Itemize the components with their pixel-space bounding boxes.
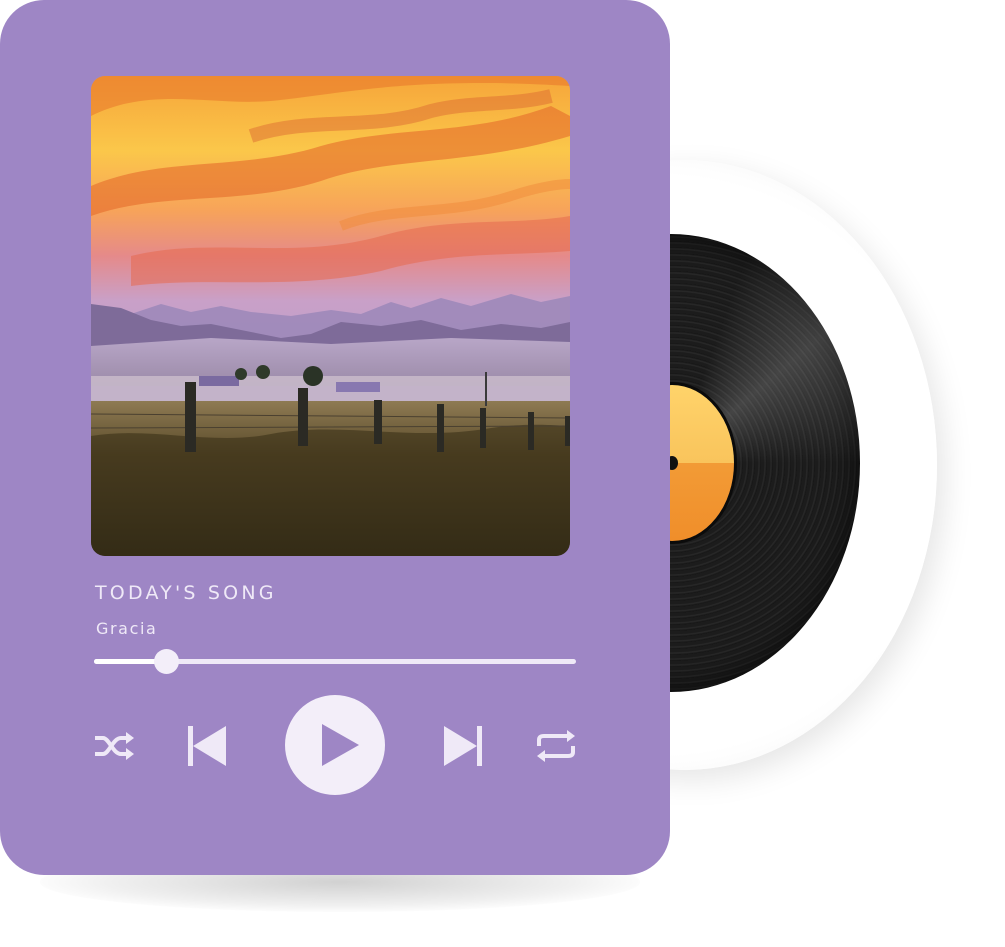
shuffle-icon [95,732,134,760]
shuffle-button[interactable] [93,729,137,763]
skip-previous-icon [188,726,226,766]
play-icon [322,724,359,766]
song-heading: TODAY'S SONG [95,582,277,604]
player-card: TODAY'S SONG Gracia [0,0,670,875]
repeat-button[interactable] [535,728,577,764]
skip-next-icon [444,726,482,766]
next-button[interactable] [443,725,483,767]
progress-handle[interactable] [153,649,179,674]
repeat-icon [537,730,575,762]
previous-button[interactable] [187,725,227,767]
album-artwork [91,76,570,556]
song-name: Gracia [96,619,158,638]
play-button[interactable] [285,695,385,795]
music-player-graphic: TODAY'S SONG Gracia [0,0,1005,947]
